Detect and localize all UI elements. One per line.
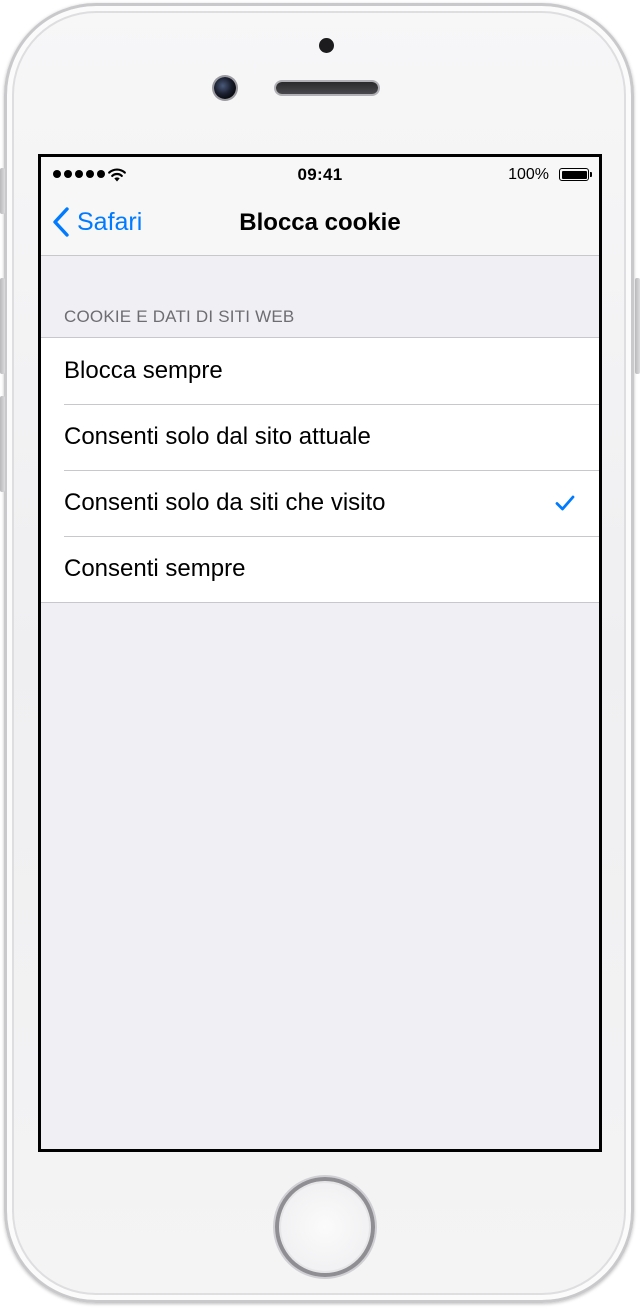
battery-nub bbox=[589, 172, 592, 177]
home-button[interactable] bbox=[275, 1177, 375, 1277]
battery-fill bbox=[561, 170, 587, 179]
device-frame: 09:41 100% Safari Blocca cookie COOKIE E… bbox=[0, 0, 640, 1310]
battery-icon bbox=[559, 168, 592, 181]
option-consenti-sempre[interactable]: Consenti sempre bbox=[41, 536, 599, 602]
cookie-options-list: Blocca sempre Consenti solo dal sito att… bbox=[41, 337, 599, 603]
option-label: Consenti solo da siti che visito bbox=[64, 489, 386, 516]
screen: 09:41 100% Safari Blocca cookie COOKIE E… bbox=[38, 154, 602, 1152]
page-title: Blocca cookie bbox=[239, 209, 401, 236]
option-blocca-sempre[interactable]: Blocca sempre bbox=[41, 338, 599, 404]
option-label: Consenti solo dal sito attuale bbox=[64, 423, 371, 450]
section-header: COOKIE E DATI DI SITI WEB bbox=[64, 307, 295, 326]
volume-down-button bbox=[0, 396, 5, 492]
option-consenti-sito-attuale[interactable]: Consenti solo dal sito attuale bbox=[41, 404, 599, 470]
option-label: Consenti sempre bbox=[64, 555, 246, 582]
option-consenti-siti-visitati[interactable]: Consenti solo da siti che visito bbox=[41, 470, 599, 536]
power-button bbox=[635, 278, 640, 374]
battery-percent: 100% bbox=[508, 166, 549, 183]
checkmark-icon bbox=[555, 495, 575, 511]
volume-up-button bbox=[0, 278, 5, 374]
mute-switch bbox=[0, 168, 5, 214]
front-camera bbox=[214, 77, 236, 99]
earpiece-speaker bbox=[276, 82, 378, 94]
option-label: Blocca sempre bbox=[64, 357, 223, 384]
navigation-bar: Safari Blocca cookie bbox=[41, 193, 599, 256]
proximity-sensor bbox=[319, 38, 334, 53]
status-bar: 09:41 100% bbox=[41, 157, 599, 193]
